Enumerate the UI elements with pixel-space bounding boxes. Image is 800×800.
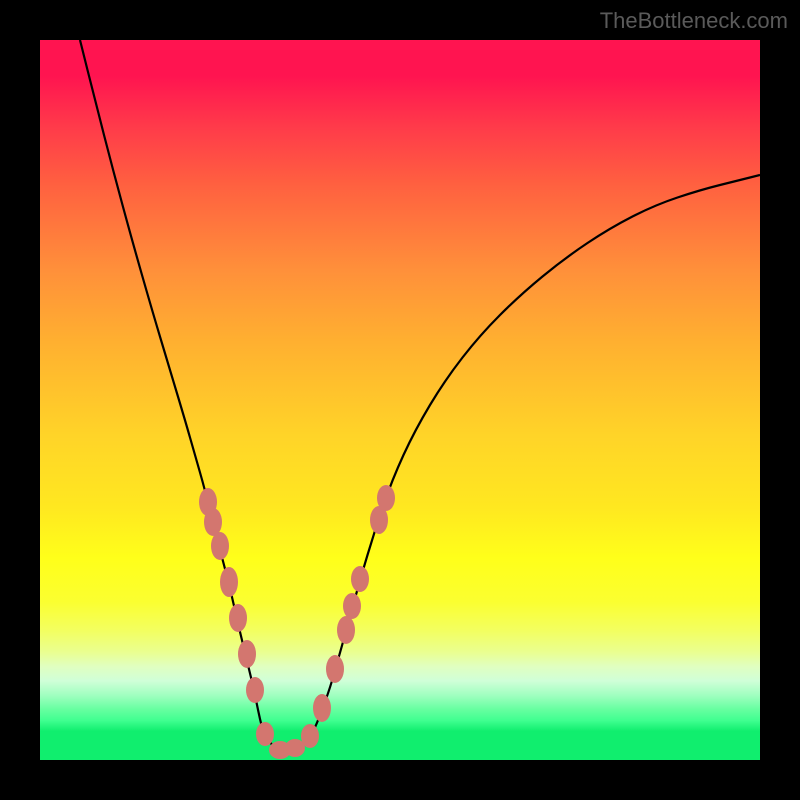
curve-left bbox=[80, 40, 285, 750]
data-bead bbox=[313, 694, 331, 722]
data-bead bbox=[229, 604, 247, 632]
data-bead bbox=[246, 677, 264, 703]
data-bead bbox=[211, 532, 229, 560]
data-markers bbox=[199, 485, 395, 759]
data-bead bbox=[343, 593, 361, 619]
data-bead bbox=[301, 724, 319, 748]
data-bead bbox=[285, 739, 305, 757]
data-bead bbox=[377, 485, 395, 511]
data-bead bbox=[256, 722, 274, 746]
watermark-text: TheBottleneck.com bbox=[600, 8, 788, 34]
data-bead bbox=[204, 508, 222, 536]
data-bead bbox=[351, 566, 369, 592]
chart-svg bbox=[40, 40, 760, 760]
data-bead bbox=[326, 655, 344, 683]
data-bead bbox=[238, 640, 256, 668]
chart-plot-area bbox=[40, 40, 760, 760]
data-bead bbox=[220, 567, 238, 597]
data-bead bbox=[337, 616, 355, 644]
curve-right bbox=[285, 175, 760, 750]
